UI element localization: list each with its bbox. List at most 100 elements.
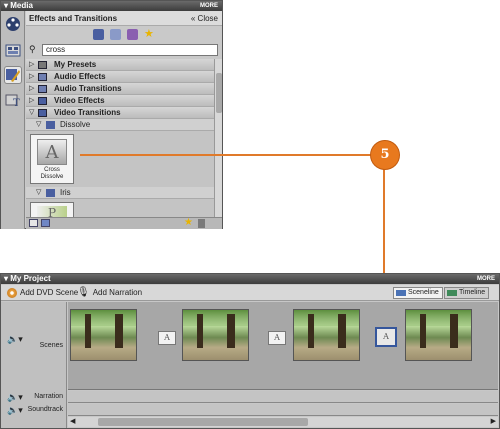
subgroup-iris[interactable]: ▽ Iris (26, 187, 214, 199)
scene-tree (338, 314, 346, 348)
project-horizontal-scrollbar[interactable]: ◀ ▶ (68, 417, 498, 427)
effects-list: ▷ My Presets ▷ Audio Effects ▷ Audio Tra… (26, 59, 214, 217)
transition-slot[interactable]: A (268, 331, 286, 345)
scene-tree (227, 314, 235, 348)
folder-icon (46, 121, 55, 129)
tile-label-line2: Dissolve (40, 174, 64, 180)
tab-label: Sceneline (408, 289, 439, 296)
transition-slot[interactable]: A (158, 331, 176, 345)
media-left-rail: T (1, 11, 25, 229)
project-toolbar: Add DVD Scene 🎙 Add Narration Sceneline … (1, 285, 499, 301)
tab-timeline[interactable]: Timeline (444, 287, 490, 299)
scene-tree (115, 314, 123, 348)
list-item-video-effects[interactable]: ▷ Video Effects (26, 95, 214, 107)
svg-text:T: T (13, 98, 20, 108)
track-label-soundtrack: Soundtrack (27, 406, 63, 413)
transition-slot-selected[interactable]: A (375, 327, 397, 347)
list-item-audio-effects[interactable]: ▷ Audio Effects (26, 71, 214, 83)
audio-effects-filter-icon[interactable] (110, 29, 121, 40)
expand-triangle-icon[interactable]: ▷ (29, 71, 34, 83)
narration-track[interactable] (68, 391, 498, 403)
add-dvd-scene-button[interactable]: Add DVD Scene (7, 285, 78, 301)
collapse-triangle-icon[interactable]: ▽ (36, 119, 41, 131)
scroll-left-arrow-icon[interactable]: ◀ (70, 417, 75, 425)
trash-icon[interactable] (198, 219, 205, 228)
list-item-label: Audio Effects (54, 72, 106, 81)
list-item-my-presets[interactable]: ▷ My Presets (26, 59, 214, 71)
scene-tree (308, 314, 314, 348)
close-button[interactable]: « Close (191, 11, 218, 26)
expand-triangle-icon[interactable]: ▷ (29, 59, 34, 71)
list-view-icon[interactable] (29, 219, 38, 227)
expand-triangle-icon[interactable]: ▷ (29, 83, 34, 95)
collapse-triangle-icon[interactable]: ▾ (4, 274, 8, 283)
media-vertical-scrollbar[interactable] (214, 59, 222, 217)
speaker-icon[interactable]: 🔈▾ (7, 405, 23, 416)
collapse-triangle-icon[interactable]: ▽ (29, 107, 34, 119)
track-labels: 🔈▾ Scenes 🔈▾ Narration 🔈▾ Soundtrack (1, 302, 67, 428)
list-item-audio-transitions[interactable]: ▷ Audio Transitions (26, 83, 214, 95)
subgroup-label: Iris (60, 188, 71, 197)
scrollbar-thumb[interactable] (98, 418, 308, 426)
video-effects-filter-icon[interactable] (93, 29, 104, 40)
scene-tree (420, 314, 426, 348)
scrollbar-thumb[interactable] (216, 73, 222, 113)
dvd-disc-icon (7, 288, 17, 298)
scene-tree (85, 314, 91, 348)
media-bottom-bar: ★ (26, 217, 222, 229)
add-narration-button[interactable]: 🎙 Add Narration (77, 285, 142, 301)
project-media-icon[interactable] (4, 41, 22, 59)
list-item-video-transitions[interactable]: ▽ Video Transitions (26, 107, 214, 119)
scenes-track: A A A (68, 302, 498, 390)
favorites-star-icon[interactable]: ★ (144, 29, 155, 40)
collapse-triangle-icon[interactable]: ▾ (4, 1, 8, 10)
iris-tile[interactable]: P (30, 202, 74, 217)
scene-clip[interactable] (70, 309, 137, 361)
scene-clip[interactable] (182, 309, 249, 361)
sceneline-icon (396, 290, 406, 296)
scene-clip[interactable] (405, 309, 472, 361)
microphone-icon: 🎙 (77, 287, 90, 298)
scene-tree (197, 314, 203, 348)
scene-clip[interactable] (293, 309, 360, 361)
tile-label-line1: Cross (44, 167, 60, 173)
track-label-scenes: Scenes (39, 342, 63, 349)
project-more-button[interactable]: MORE (477, 274, 495, 284)
transition-thumbnail-icon: A (37, 139, 67, 165)
speaker-icon[interactable]: 🔈▾ (7, 334, 23, 345)
scene-canopy (71, 310, 136, 326)
project-panel-title: My Project (10, 274, 51, 283)
speaker-icon[interactable]: 🔈▾ (7, 392, 23, 403)
media-more-button[interactable]: MORE (200, 1, 218, 11)
icon-view-icon[interactable] (41, 219, 50, 227)
scroll-right-arrow-icon[interactable]: ▶ (491, 417, 496, 425)
media-panel-title: Media (10, 1, 33, 10)
collapse-triangle-icon[interactable]: ▽ (36, 187, 41, 199)
list-item-label: My Presets (54, 60, 97, 69)
favorite-star-icon[interactable]: ★ (184, 217, 193, 228)
transitions-filter-icon[interactable] (127, 29, 138, 40)
titles-icon[interactable]: T (4, 91, 22, 109)
cross-dissolve-tile[interactable]: A Cross Dissolve (30, 134, 74, 184)
effects-transitions-icon[interactable] (4, 66, 22, 84)
step-callout-badge: 5 (371, 141, 399, 169)
timeline-icon (447, 290, 457, 296)
expand-triangle-icon[interactable]: ▷ (29, 95, 34, 107)
effects-header-title: Effects and Transitions (29, 14, 118, 23)
search-input[interactable]: cross (42, 44, 218, 56)
effects-header: Effects and Transitions « Close (26, 11, 222, 26)
subgroup-label: Dissolve (60, 120, 91, 129)
subgroup-dissolve[interactable]: ▽ Dissolve (26, 119, 214, 131)
list-item-label: Video Transitions (54, 108, 121, 117)
add-narration-label: Add Narration (92, 288, 143, 297)
soundtrack-track[interactable] (68, 404, 498, 416)
media-panel: ▾ Media MORE T Effects and Transitions «… (0, 0, 223, 229)
close-label: Close (197, 14, 218, 23)
film-reel-icon[interactable] (4, 15, 22, 33)
search-binoculars-icon: ⚲ (29, 44, 36, 54)
video-folder-icon (38, 97, 47, 105)
search-row: ⚲ cross (26, 43, 222, 57)
tab-sceneline[interactable]: Sceneline (393, 287, 443, 299)
list-item-label: Audio Transitions (54, 84, 122, 93)
audio-folder-icon (38, 73, 47, 81)
